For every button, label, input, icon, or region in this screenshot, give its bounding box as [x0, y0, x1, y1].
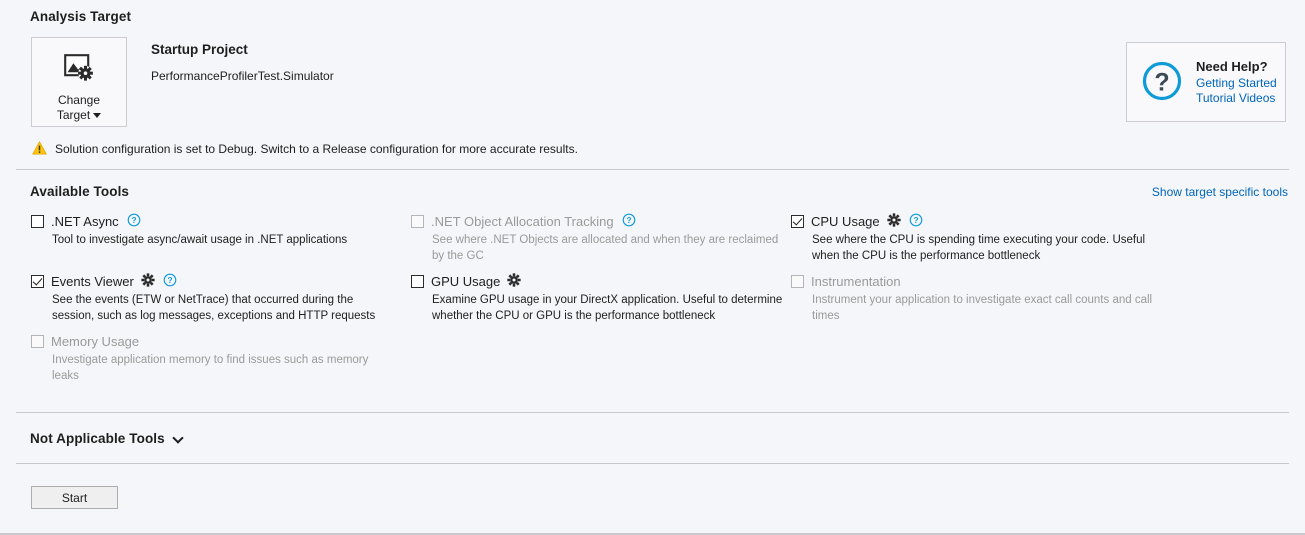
tool-item-instrumentation: Instrumentation Instrument your applicati… — [791, 273, 1171, 324]
tool-description-gpu-usage: Examine GPU usage in your DirectX applic… — [432, 294, 783, 322]
tool-item-events-viewer: Events Viewer? See the events (ETW or Net… — [31, 272, 391, 324]
question-circle-icon: ? — [1141, 60, 1183, 105]
tool-description-cpu-usage: See where the CPU is spending time execu… — [812, 234, 1146, 262]
svg-text:?: ? — [626, 215, 631, 225]
tool-name-cpu-usage: CPU Usage — [811, 213, 880, 229]
gear-icon-events-viewer[interactable] — [141, 272, 155, 290]
tool-description-memory-usage: Investigate application memory to find i… — [52, 354, 369, 382]
checkbox-events-viewer[interactable] — [31, 274, 44, 288]
tool-item-net-async: .NET Async? Tool to investigate async/awa… — [31, 213, 391, 249]
caret-down-icon — [93, 113, 102, 118]
show-target-specific-tools-link[interactable]: Show target specific tools — [1152, 185, 1288, 199]
getting-started-link[interactable]: Getting Started — [1196, 76, 1277, 91]
available-tools-section: Available Tools Show target specific too… — [0, 170, 1305, 393]
tool-description-net-object-allocation-tracking: See where .NET Objects are allocated and… — [432, 234, 779, 262]
start-button[interactable]: Start — [31, 486, 118, 509]
svg-text:?: ? — [913, 215, 918, 225]
tool-name-gpu-usage: GPU Usage — [431, 273, 501, 289]
tool-head-instrumentation: Instrumentation — [791, 273, 1171, 289]
gear-icon-cpu-usage[interactable] — [886, 212, 901, 230]
tool-name-events-viewer: Events Viewer — [51, 273, 134, 289]
startup-project-heading: Startup Project — [151, 42, 248, 57]
tool-item-net-object-allocation-tracking: .NET Object Allocation Tracking? See wher… — [411, 213, 783, 264]
image-gear-icon — [64, 54, 94, 85]
tool-description-events-viewer: See the events (ETW or NetTrace) that oc… — [52, 294, 376, 322]
tool-item-cpu-usage: CPU Usage? See where the CPU is spending … — [791, 212, 1171, 264]
checkbox-net-async[interactable] — [31, 214, 44, 228]
tool-name-net-object-allocation-tracking: .NET Object Allocation Tracking — [431, 213, 614, 229]
svg-text:?: ? — [1154, 68, 1169, 96]
tool-head-memory-usage: Memory Usage — [31, 333, 391, 349]
checkbox-memory-usage — [31, 334, 44, 348]
warning-row: Solution configuration is set to Debug. … — [0, 140, 1305, 158]
tool-name-memory-usage: Memory Usage — [51, 333, 140, 349]
available-tools-heading: Available Tools — [30, 184, 130, 199]
tutorial-videos-link[interactable]: Tutorial Videos — [1196, 91, 1277, 106]
available-tools-header: Available Tools Show target specific too… — [0, 170, 1305, 199]
chevron-down-icon[interactable] — [174, 434, 183, 443]
tool-head-events-viewer: Events Viewer? — [31, 272, 391, 290]
checkbox-net-object-allocation-tracking — [411, 214, 424, 228]
help-icon-cpu-usage[interactable]: ? — [909, 213, 923, 230]
checkbox-instrumentation — [791, 274, 804, 288]
not-applicable-tools-toggle[interactable]: Not Applicable Tools — [0, 413, 1305, 463]
svg-text:?: ? — [167, 275, 172, 285]
help-icon-events-viewer[interactable]: ? — [163, 273, 177, 290]
tool-description-instrumentation: Instrument your application to investiga… — [812, 294, 1153, 322]
warning-triangle-icon — [32, 140, 47, 158]
tool-item-gpu-usage: GPU Usage Examine GPU usage in your Direc… — [411, 272, 783, 324]
tool-name-instrumentation: Instrumentation — [811, 273, 901, 289]
not-applicable-tools-label: Not Applicable Tools — [30, 430, 165, 446]
change-target-label-line1: Change — [57, 93, 101, 107]
tool-head-cpu-usage: CPU Usage? — [791, 212, 1171, 230]
startup-project-name: PerformanceProfilerTest.Simulator — [151, 69, 334, 83]
checkbox-gpu-usage[interactable] — [411, 274, 424, 288]
tools-grid: .NET Async? Tool to investigate async/awa… — [0, 212, 1305, 393]
tool-head-net-async: .NET Async? — [31, 213, 391, 229]
help-icon-net-object-allocation-tracking[interactable]: ? — [622, 213, 636, 230]
tool-description-net-async: Tool to investigate async/await usage in… — [52, 234, 348, 246]
tool-head-net-object-allocation-tracking: .NET Object Allocation Tracking? — [411, 213, 783, 229]
checkbox-cpu-usage[interactable] — [791, 214, 804, 228]
svg-text:?: ? — [131, 215, 136, 225]
help-icon-net-async[interactable]: ? — [127, 213, 141, 230]
start-row: Start — [0, 464, 1305, 509]
tool-item-memory-usage: Memory Usage Investigate application memo… — [31, 333, 391, 384]
tool-head-gpu-usage: GPU Usage — [411, 272, 783, 290]
not-applicable-tools-section: Not Applicable Tools Start — [0, 412, 1305, 509]
analysis-target-heading: Analysis Target — [30, 9, 132, 24]
gear-icon-gpu-usage[interactable] — [507, 272, 522, 290]
warning-text: Solution configuration is set to Debug. … — [55, 142, 578, 156]
analysis-target-row: Change Target Startup Project Performanc… — [0, 37, 1305, 127]
change-target-button[interactable]: Change Target — [31, 37, 127, 127]
tool-name-net-async: .NET Async — [51, 213, 119, 229]
startup-project-info: Startup Project PerformanceProfilerTest.… — [151, 37, 334, 83]
change-target-label-line2: Target — [56, 108, 91, 122]
analysis-target-section: Analysis Target Change Target Startup Pr… — [0, 0, 1305, 158]
need-help-title: Need Help? — [1196, 58, 1268, 74]
need-help-box: ? Need Help? Getting Started Tutorial Vi… — [1126, 42, 1286, 122]
